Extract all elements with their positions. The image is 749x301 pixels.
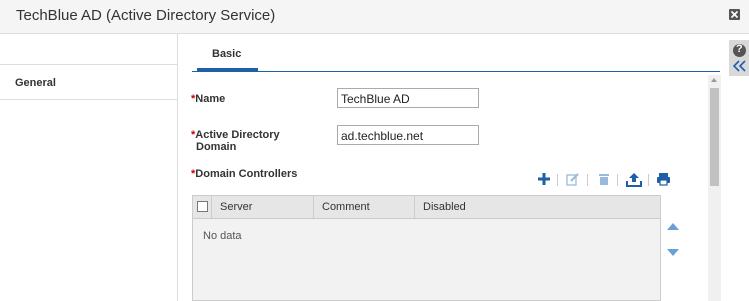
delete-icon[interactable]: [597, 172, 611, 186]
column-header-comment[interactable]: Comment: [314, 196, 415, 218]
column-header-disabled[interactable]: Disabled: [415, 196, 661, 218]
scroll-up-arrow-icon[interactable]: [711, 78, 717, 82]
name-input[interactable]: TechBlue AD: [337, 88, 479, 108]
domain-controllers-grid: Server Comment Disabled No data: [192, 195, 661, 301]
add-icon[interactable]: [537, 172, 551, 186]
dialog-title: TechBlue AD (Active Directory Service): [16, 7, 276, 24]
left-nav-panel: General: [0, 34, 178, 301]
grid-header: Server Comment Disabled: [193, 196, 661, 219]
vertical-scrollbar[interactable]: [708, 75, 721, 301]
ad-domain-label: *Active Directory Domain: [191, 129, 280, 153]
right-rail: ?: [729, 40, 749, 76]
scroll-thumb[interactable]: [710, 88, 719, 186]
tab-label: Basic: [212, 48, 242, 60]
edit-icon[interactable]: [566, 172, 580, 186]
toolbar-separator: [587, 174, 588, 186]
column-header-server[interactable]: Server: [212, 196, 314, 218]
select-all-checkbox[interactable]: [197, 201, 208, 212]
name-label: *Name: [191, 93, 226, 105]
dialog-titlebar: TechBlue AD (Active Directory Service): [0, 0, 749, 34]
sidebar-item-label: General: [15, 77, 56, 89]
ad-domain-input[interactable]: ad.techblue.net: [337, 125, 479, 145]
toolbar-separator: [648, 174, 649, 186]
empty-grid-message: No data: [203, 230, 242, 242]
tab-basic[interactable]: Basic: [197, 35, 258, 71]
move-down-arrow-icon[interactable]: [667, 249, 679, 256]
close-icon[interactable]: [729, 9, 740, 20]
help-icon[interactable]: ?: [733, 43, 746, 57]
double-chevron-left-icon[interactable]: [733, 60, 746, 72]
move-up-arrow-icon[interactable]: [667, 223, 679, 230]
toolbar-separator: [617, 174, 618, 186]
print-icon[interactable]: [656, 172, 671, 186]
select-all-column: [193, 196, 212, 218]
upload-icon[interactable]: [626, 172, 642, 187]
domain-controllers-label: *Domain Controllers: [191, 168, 298, 180]
tab-bar: Basic: [192, 35, 720, 72]
toolbar-separator: [557, 174, 558, 186]
sidebar-item-general[interactable]: General: [0, 64, 178, 100]
